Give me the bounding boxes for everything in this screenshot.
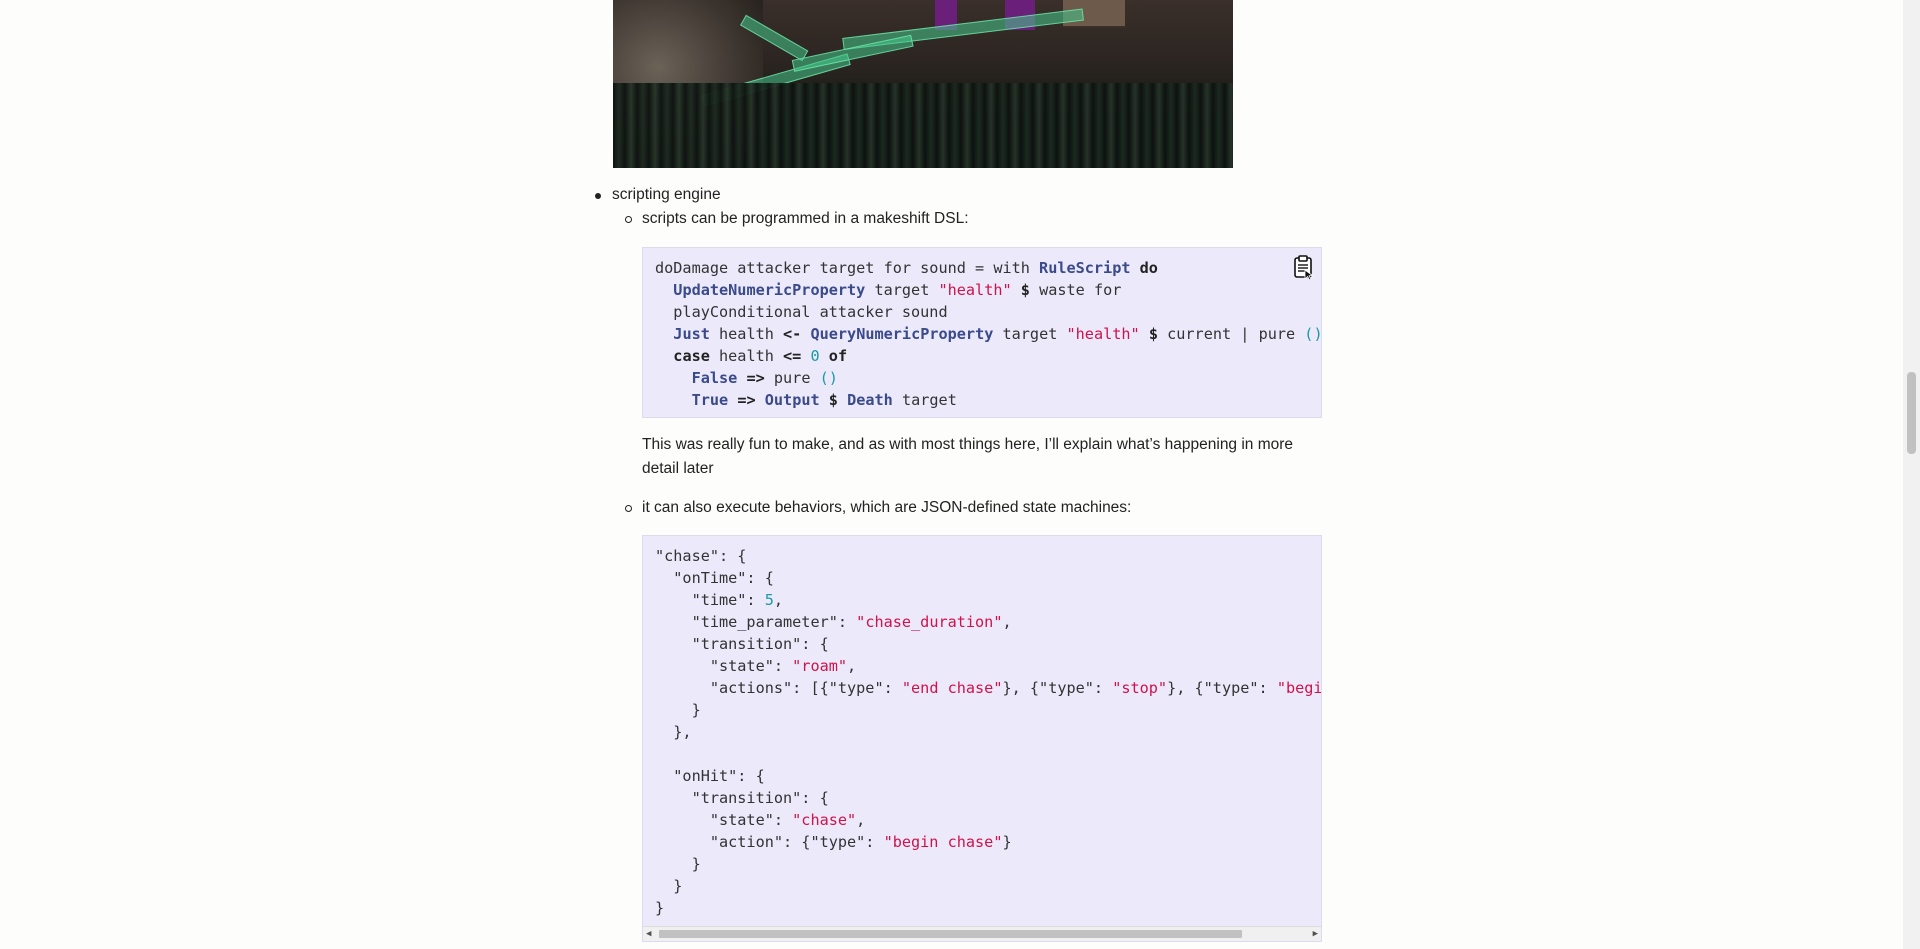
- sublist-item-behaviors: it can also execute behaviors, which are…: [642, 499, 1132, 516]
- page-vertical-scrollbar[interactable]: [1903, 0, 1920, 949]
- code-block-json[interactable]: "chase": { "onTime": { "time": 5, "time_…: [642, 535, 1322, 942]
- copy-code-button[interactable]: [1293, 254, 1315, 281]
- list-bullet: [595, 193, 601, 199]
- paragraph-explanation: This was really fun to make, and as with…: [642, 433, 1322, 481]
- code-json-content: "chase": { "onTime": { "time": 5, "time_…: [655, 547, 1322, 917]
- sublist-bullet: [625, 216, 632, 223]
- paragraph-line-1: This was really fun to make, and as with…: [642, 436, 1294, 453]
- code-horizontal-scrollbar[interactable]: ◀ ▶: [643, 926, 1321, 941]
- page-scrollbar-thumb[interactable]: [1907, 372, 1916, 454]
- sublist-bullet: [625, 505, 632, 512]
- sublist-item-dsl: scripts can be programmed in a makeshift…: [642, 210, 969, 227]
- clipboard-icon: [1294, 255, 1314, 281]
- list-item-scripting-engine: scripting engine: [612, 186, 721, 203]
- paragraph-line-2: detail later: [642, 460, 714, 477]
- scrollbar-thumb[interactable]: [659, 930, 1242, 938]
- scroll-left-arrow-icon[interactable]: ◀: [646, 929, 651, 939]
- game-screenshot-image: [613, 0, 1233, 168]
- scroll-right-arrow-icon[interactable]: ▶: [1313, 929, 1318, 939]
- code-dsl-content: doDamage attacker target for sound = wit…: [655, 259, 1322, 409]
- code-block-dsl[interactable]: doDamage attacker target for sound = wit…: [642, 247, 1322, 418]
